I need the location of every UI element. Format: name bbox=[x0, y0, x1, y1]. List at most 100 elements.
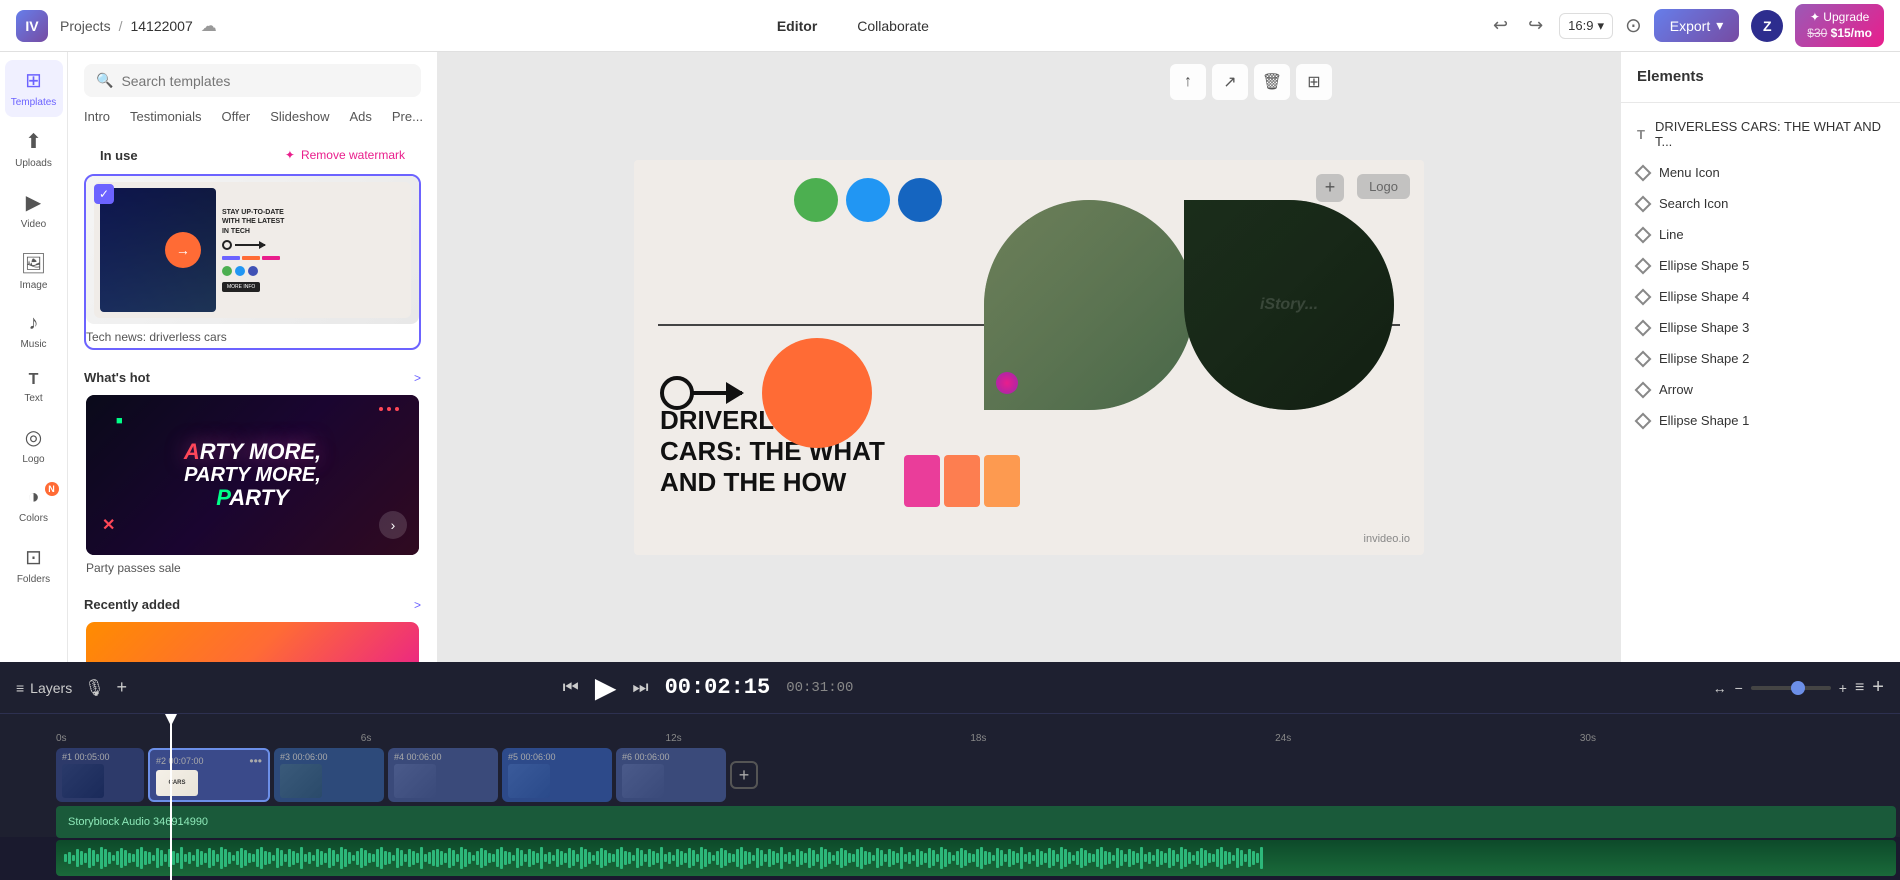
sidebar-item-text[interactable]: T Text bbox=[5, 363, 63, 413]
colors-icon: ◑ bbox=[27, 486, 39, 509]
aspect-ratio-value: 16:9 bbox=[1568, 18, 1593, 33]
projects-link[interactable]: Projects bbox=[60, 18, 111, 34]
expand-canvas-button[interactable]: ↗ bbox=[1212, 64, 1248, 100]
grid-view-button[interactable]: ⊞ bbox=[1296, 64, 1332, 100]
add-scene-button[interactable]: + bbox=[1872, 676, 1884, 699]
timeline-header: ≡ Layers 🎙 + ⏮ ▶ ⏭ 00:02:15 00:31:00 ↔ −… bbox=[0, 662, 1900, 714]
element-item-arrow[interactable]: Arrow bbox=[1621, 374, 1900, 405]
element-label-ellipse4: Ellipse Shape 4 bbox=[1659, 289, 1749, 304]
right-panel: Elements T DRIVERLESS CARS: THE WHAT AND… bbox=[1620, 52, 1900, 662]
search-input[interactable] bbox=[121, 73, 409, 89]
scene-block-5[interactable]: #5 00:06:00 bbox=[502, 748, 612, 802]
tab-ads[interactable]: Ads bbox=[339, 105, 381, 128]
pink-shapes-group bbox=[904, 455, 1020, 507]
template-thumbnail-party: ARTY MORE, PARTY MORE, PARTY bbox=[86, 395, 419, 555]
microphone-button[interactable]: 🎙 bbox=[84, 678, 104, 698]
timeline-lines-button[interactable]: ≡ bbox=[1855, 679, 1864, 697]
recently-added-more-link[interactable]: > bbox=[414, 598, 421, 612]
element-label-ellipse5: Ellipse Shape 5 bbox=[1659, 258, 1749, 273]
template-tabs: Intro Testimonials Offer Slideshow Ads P… bbox=[68, 105, 437, 136]
zoom-out-button[interactable]: − bbox=[1735, 680, 1743, 696]
tab-offer[interactable]: Offer bbox=[212, 105, 261, 128]
canvas-frame[interactable]: Logo + bbox=[634, 160, 1424, 555]
sidebar-item-image[interactable]: 🖼 Image bbox=[5, 243, 63, 300]
export-button[interactable]: Export ▾ bbox=[1654, 9, 1740, 42]
element-item-line[interactable]: Line bbox=[1621, 219, 1900, 250]
layers-label: Layers bbox=[30, 680, 72, 696]
scene-block-6[interactable]: #6 00:06:00 bbox=[616, 748, 726, 802]
editor-tab[interactable]: Editor bbox=[769, 14, 825, 38]
zoom-slider[interactable] bbox=[1751, 686, 1831, 690]
user-avatar[interactable]: Z bbox=[1751, 10, 1783, 42]
sidebar-item-logo[interactable]: ◎ Logo bbox=[5, 417, 63, 474]
add-new-scene-btn[interactable]: + bbox=[730, 761, 758, 789]
text-icon: T bbox=[29, 371, 39, 389]
element-item-search-icon[interactable]: Search Icon bbox=[1621, 188, 1900, 219]
sidebar-item-colors[interactable]: N ◑ Colors bbox=[5, 478, 63, 533]
template-card-tech-news[interactable]: ✓ STAY UP-TO-DATEWITH THE LATESTIN TECH bbox=[84, 174, 421, 350]
element-item-ellipse1[interactable]: Ellipse Shape 1 bbox=[1621, 405, 1900, 436]
fit-timeline-button[interactable]: ↔ bbox=[1713, 680, 1727, 696]
image-icon: 🖼 bbox=[21, 251, 46, 276]
scene-block-2[interactable]: #2 00:07:00 ••• CARS bbox=[148, 748, 270, 802]
current-time-display: 00:02:15 bbox=[665, 675, 771, 700]
template-name-tech: Tech news: driverless cars bbox=[86, 330, 419, 348]
tab-intro[interactable]: Intro bbox=[84, 105, 120, 128]
tab-more[interactable]: Pre... bbox=[382, 105, 433, 128]
whats-hot-more-link[interactable]: > bbox=[414, 371, 421, 385]
waveform-track[interactable]: // Generate waveform bars via JS since w… bbox=[56, 840, 1896, 876]
add-element-button[interactable]: + bbox=[1316, 174, 1344, 202]
element-diamond-icon bbox=[1635, 164, 1652, 181]
zoom-slider-thumb bbox=[1791, 681, 1805, 695]
template-card-party[interactable]: ARTY MORE, PARTY MORE, PARTY bbox=[84, 393, 421, 581]
sidebar-item-uploads[interactable]: ⬆ Uploads bbox=[5, 121, 63, 178]
folders-icon: ⊡ bbox=[25, 545, 42, 570]
upgrade-pricing: $30 $15/mo bbox=[1807, 26, 1872, 42]
element-item-ellipse5[interactable]: Ellipse Shape 5 bbox=[1621, 250, 1900, 281]
element-diamond-icon bbox=[1635, 381, 1652, 398]
upload-to-canvas-button[interactable]: ↑ bbox=[1170, 64, 1206, 100]
template-next-arrow[interactable]: › bbox=[379, 511, 407, 539]
redo-button[interactable]: ↪ bbox=[1524, 11, 1547, 40]
sidebar-item-video[interactable]: ▶ Video bbox=[5, 182, 63, 239]
tab-testimonials[interactable]: Testimonials bbox=[120, 105, 212, 128]
layers-button[interactable]: ≡ Layers bbox=[16, 680, 72, 696]
element-item-ellipse2[interactable]: Ellipse Shape 2 bbox=[1621, 343, 1900, 374]
scene-2-more-icon[interactable]: ••• bbox=[249, 754, 262, 768]
audio-block[interactable]: Storyblock Audio 346914990 bbox=[56, 806, 1896, 838]
sidebar-item-folders[interactable]: ⊡ Folders bbox=[5, 537, 63, 594]
delete-element-button[interactable]: 🗑 bbox=[1254, 64, 1290, 100]
element-item-ellipse4[interactable]: Ellipse Shape 4 bbox=[1621, 281, 1900, 312]
app-logo[interactable]: IV bbox=[16, 10, 48, 42]
element-item-menu-icon[interactable]: Menu Icon bbox=[1621, 157, 1900, 188]
previous-scene-button[interactable]: ⏮ bbox=[563, 677, 579, 698]
template-card-recent[interactable] bbox=[84, 620, 421, 662]
scene-block-3[interactable]: #3 00:06:00 bbox=[274, 748, 384, 802]
new-price: $15/mo bbox=[1831, 26, 1872, 40]
project-id[interactable]: 14122007 bbox=[130, 18, 192, 34]
scene-block-4[interactable]: #4 00:06:00 bbox=[388, 748, 498, 802]
sidebar-item-music[interactable]: ♪ Music bbox=[5, 304, 63, 359]
editor-area: ↑ ↗ 🗑 ⊞ Logo + bbox=[438, 52, 1620, 662]
in-use-label: In use bbox=[100, 148, 138, 163]
upgrade-button[interactable]: ✦ Upgrade $30 $15/mo bbox=[1795, 4, 1884, 47]
settings-button[interactable]: ⊙ bbox=[1625, 13, 1642, 38]
tab-slideshow[interactable]: Slideshow bbox=[260, 105, 339, 128]
add-track-button[interactable]: + bbox=[117, 677, 128, 698]
element-item-ellipse3[interactable]: Ellipse Shape 3 bbox=[1621, 312, 1900, 343]
scene-block-1[interactable]: #1 00:05:00 bbox=[56, 748, 144, 802]
zoom-in-button[interactable]: + bbox=[1839, 680, 1847, 696]
remove-watermark-button[interactable]: ✦ Remove watermark bbox=[285, 144, 405, 166]
collaborate-tab[interactable]: Collaborate bbox=[849, 14, 937, 38]
logo-badge[interactable]: Logo bbox=[1357, 174, 1410, 199]
scene-6-label: #6 00:06:00 bbox=[622, 752, 720, 762]
sidebar-item-templates[interactable]: ⊞ Templates bbox=[5, 60, 63, 117]
next-scene-button[interactable]: ⏭ bbox=[632, 677, 648, 698]
aspect-ratio-selector[interactable]: 16:9 ▾ bbox=[1559, 13, 1613, 39]
whats-hot-label: What's hot bbox=[84, 370, 150, 385]
element-item-title-text[interactable]: T DRIVERLESS CARS: THE WHAT AND T... bbox=[1621, 111, 1900, 157]
undo-button[interactable]: ↩ bbox=[1489, 11, 1512, 40]
sidebar-item-image-label: Image bbox=[20, 280, 48, 292]
element-label-search: Search Icon bbox=[1659, 196, 1728, 211]
play-button[interactable]: ▶ bbox=[595, 671, 617, 704]
